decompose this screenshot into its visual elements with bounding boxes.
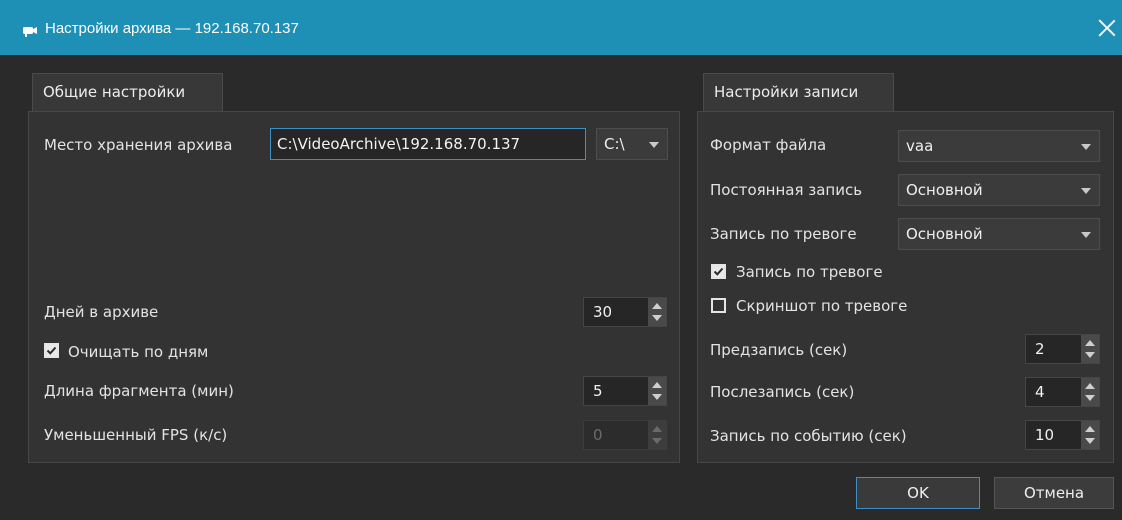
spin-buttons	[648, 421, 666, 449]
storage-location-label: Место хранения архива	[44, 136, 233, 154]
spin-up-icon[interactable]	[652, 382, 662, 388]
spin-up-icon[interactable]	[1085, 340, 1095, 346]
post-recording-spinbox[interactable]: 4	[1025, 377, 1100, 407]
pre-recording-label: Предзапись (сек)	[710, 341, 848, 359]
recording-settings-panel	[697, 111, 1114, 463]
storage-path-input[interactable]	[270, 128, 586, 160]
alarm-stream-value: Основной	[906, 225, 983, 243]
chevron-down-icon	[1081, 232, 1091, 238]
drive-select[interactable]: C:\	[596, 128, 668, 160]
tab-recording-settings-label: Настройки записи	[714, 83, 859, 101]
title-bar: Настройки архива — 192.168.70.137	[0, 0, 1122, 55]
spin-buttons[interactable]	[648, 298, 666, 326]
chevron-down-icon	[1081, 188, 1091, 194]
spin-down-icon[interactable]	[1085, 395, 1095, 401]
spin-down-icon[interactable]	[1085, 438, 1095, 444]
post-recording-value: 4	[1035, 383, 1045, 401]
event-recording-value: 10	[1035, 426, 1055, 444]
pre-recording-spinbox[interactable]: 2	[1025, 334, 1100, 364]
spin-up-icon[interactable]	[1085, 383, 1095, 389]
close-icon[interactable]	[1096, 17, 1118, 39]
days-in-archive-spinbox[interactable]: 30	[583, 297, 667, 327]
post-recording-label: Послезапись (сек)	[710, 383, 855, 401]
chevron-down-icon	[1081, 144, 1091, 150]
reduced-fps-label: Уменьшенный FPS (к/с)	[44, 426, 228, 444]
alarm-recording-checkbox[interactable]	[711, 264, 726, 279]
alarm-stream-select[interactable]: Основной	[898, 218, 1100, 250]
reduced-fps-spinbox: 0	[583, 420, 667, 450]
constant-recording-label: Постоянная запись	[710, 181, 863, 199]
spin-down-icon	[652, 438, 662, 444]
ok-button[interactable]: OK	[856, 477, 980, 509]
pre-recording-value: 2	[1035, 340, 1045, 358]
screenshot-on-alarm-label: Скриншот по тревоге	[736, 297, 908, 315]
spin-buttons[interactable]	[648, 377, 666, 405]
chevron-down-icon	[649, 142, 659, 148]
reduced-fps-value: 0	[593, 426, 603, 444]
spin-up-icon[interactable]	[652, 303, 662, 309]
event-recording-spinbox[interactable]: 10	[1025, 420, 1100, 450]
general-settings-panel	[28, 111, 680, 463]
camera-icon	[23, 27, 37, 37]
spin-down-icon[interactable]	[652, 315, 662, 321]
clear-by-days-checkbox[interactable]	[44, 343, 59, 358]
fragment-length-spinbox[interactable]: 5	[583, 376, 667, 406]
window-title: Настройки архива — 192.168.70.137	[45, 20, 299, 37]
spin-down-icon[interactable]	[652, 394, 662, 400]
archive-settings-dialog: Настройки архива — 192.168.70.137 Общие …	[0, 0, 1122, 520]
file-format-label: Формат файла	[710, 136, 827, 154]
tab-general-settings-label: Общие настройки	[43, 83, 186, 101]
file-format-select[interactable]: vaa	[898, 130, 1100, 162]
spin-buttons[interactable]	[1081, 335, 1099, 363]
check-icon	[46, 346, 57, 355]
cancel-button[interactable]: Отмена	[994, 477, 1114, 509]
drive-select-value: C:\	[604, 135, 625, 153]
file-format-value: vaa	[906, 137, 934, 155]
days-in-archive-value: 30	[593, 303, 613, 321]
event-recording-label: Запись по событию (сек)	[710, 427, 907, 445]
days-in-archive-label: Дней в архиве	[44, 303, 159, 321]
alarm-recording-checkbox-label: Запись по тревоге	[736, 263, 883, 281]
check-icon	[713, 267, 724, 276]
screenshot-on-alarm-checkbox[interactable]	[711, 298, 726, 313]
alarm-stream-label: Запись по тревоге	[710, 225, 857, 243]
tab-general-settings[interactable]: Общие настройки	[32, 73, 223, 111]
constant-recording-select[interactable]: Основной	[898, 174, 1100, 206]
spin-up-icon	[652, 426, 662, 432]
spin-buttons[interactable]	[1081, 378, 1099, 406]
spin-up-icon[interactable]	[1085, 426, 1095, 432]
constant-recording-value: Основной	[906, 181, 983, 199]
tab-recording-settings[interactable]: Настройки записи	[703, 73, 894, 111]
fragment-length-value: 5	[593, 382, 603, 400]
spin-buttons[interactable]	[1081, 421, 1099, 449]
fragment-length-label: Длина фрагмента (мин)	[44, 382, 234, 400]
spin-down-icon[interactable]	[1085, 352, 1095, 358]
clear-by-days-label: Очищать по дням	[68, 343, 209, 361]
